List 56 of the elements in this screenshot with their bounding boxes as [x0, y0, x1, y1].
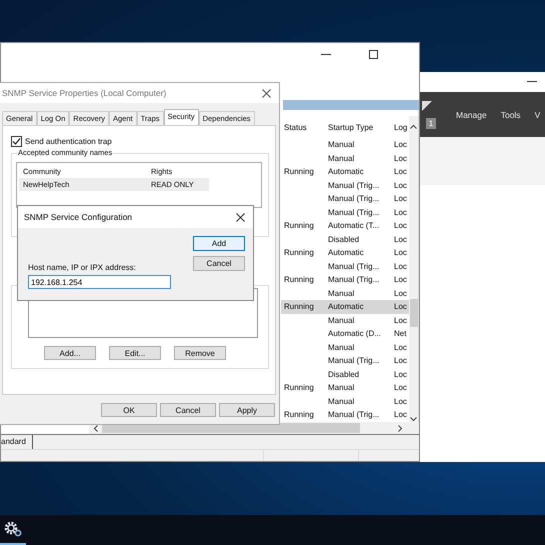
service-row[interactable]: Disabled Loc	[281, 232, 409, 246]
close-icon[interactable]	[262, 88, 271, 98]
service-row[interactable]: Manual (Trig... Loc	[281, 192, 409, 206]
service-row[interactable]: Manual (Trig... Loc	[281, 260, 409, 273]
service-row[interactable]: Manual Loc	[281, 286, 409, 300]
gears-icon	[4, 521, 22, 537]
menu-item[interactable]: Manage	[456, 110, 487, 120]
minimize-icon[interactable]	[321, 54, 331, 56]
scroll-thumb[interactable]	[410, 299, 418, 327]
column-header[interactable]: Status	[281, 122, 328, 132]
service-row[interactable]: Manual Loc	[281, 394, 409, 408]
dialog-title: SNMP Service Configuration	[24, 212, 132, 222]
address-field[interactable]: 192.168.1.254	[28, 275, 171, 289]
dialog-button[interactable]: Cancel	[160, 403, 216, 417]
dialog-button[interactable]: Add	[193, 236, 245, 251]
service-row[interactable]: Running Manual (Trig... Loc	[281, 273, 409, 286]
list-button[interactable]: Remove	[174, 346, 226, 360]
menu-item[interactable]: V	[534, 110, 540, 120]
service-row[interactable]: Running Manual Loc	[281, 381, 409, 394]
checkbox[interactable]	[11, 136, 22, 147]
dialog-button[interactable]: OK	[101, 403, 157, 417]
notification-badge: 1	[426, 118, 436, 128]
list-button[interactable]: Edit...	[109, 346, 161, 360]
scroll-left-icon[interactable]	[93, 424, 98, 432]
flag-icon[interactable]	[422, 100, 432, 110]
service-row[interactable]: Manual Loc	[281, 152, 409, 165]
list-button[interactable]: Add...	[44, 346, 96, 360]
checkbox-label: Send authentication trap	[25, 137, 112, 146]
service-row[interactable]: Running Automatic Loc	[281, 300, 409, 314]
service-row[interactable]: Disabled Loc	[281, 368, 409, 381]
close-icon[interactable]	[236, 212, 245, 222]
vertical-scrollbar[interactable]	[409, 116, 418, 422]
service-row[interactable]: Running Automatic Loc	[281, 165, 409, 178]
scroll-down-icon[interactable]	[410, 417, 417, 422]
service-row[interactable]: Manual (Trig... Loc	[281, 206, 409, 219]
service-row[interactable]: Manual (Trig... Loc	[281, 354, 409, 368]
service-row[interactable]: Manual Loc	[281, 340, 409, 354]
service-row[interactable]: Manual (Trig... Loc	[281, 178, 409, 192]
dialog-button[interactable]: Cancel	[193, 256, 245, 271]
dialog-button[interactable]: Apply	[219, 403, 275, 417]
view-tab[interactable]: andard	[1, 435, 33, 449]
field-label: Host name, IP or IPX address:	[28, 263, 137, 272]
service-row[interactable]: Running Automatic (T... Loc	[281, 219, 409, 232]
column-header[interactable]: Log	[394, 122, 409, 132]
maximize-icon[interactable]	[369, 50, 378, 59]
service-row[interactable]: Running Manual (Trig... Loc	[281, 408, 409, 422]
service-row[interactable]: Manual Loc	[281, 138, 409, 152]
menu-item[interactable]: Tools	[500, 110, 521, 120]
minimize-icon[interactable]	[527, 81, 537, 83]
dialog-title: SNMP Service Properties (Local Computer)	[2, 88, 166, 98]
column-header[interactable]: Startup Type	[328, 122, 394, 132]
scroll-right-icon[interactable]	[398, 424, 403, 432]
scroll-up-icon[interactable]	[410, 124, 417, 129]
service-row[interactable]: Automatic (D... Net	[281, 327, 409, 340]
service-row[interactable]: Manual Loc	[281, 314, 409, 327]
service-row[interactable]: Running Automatic Loc	[281, 246, 409, 260]
